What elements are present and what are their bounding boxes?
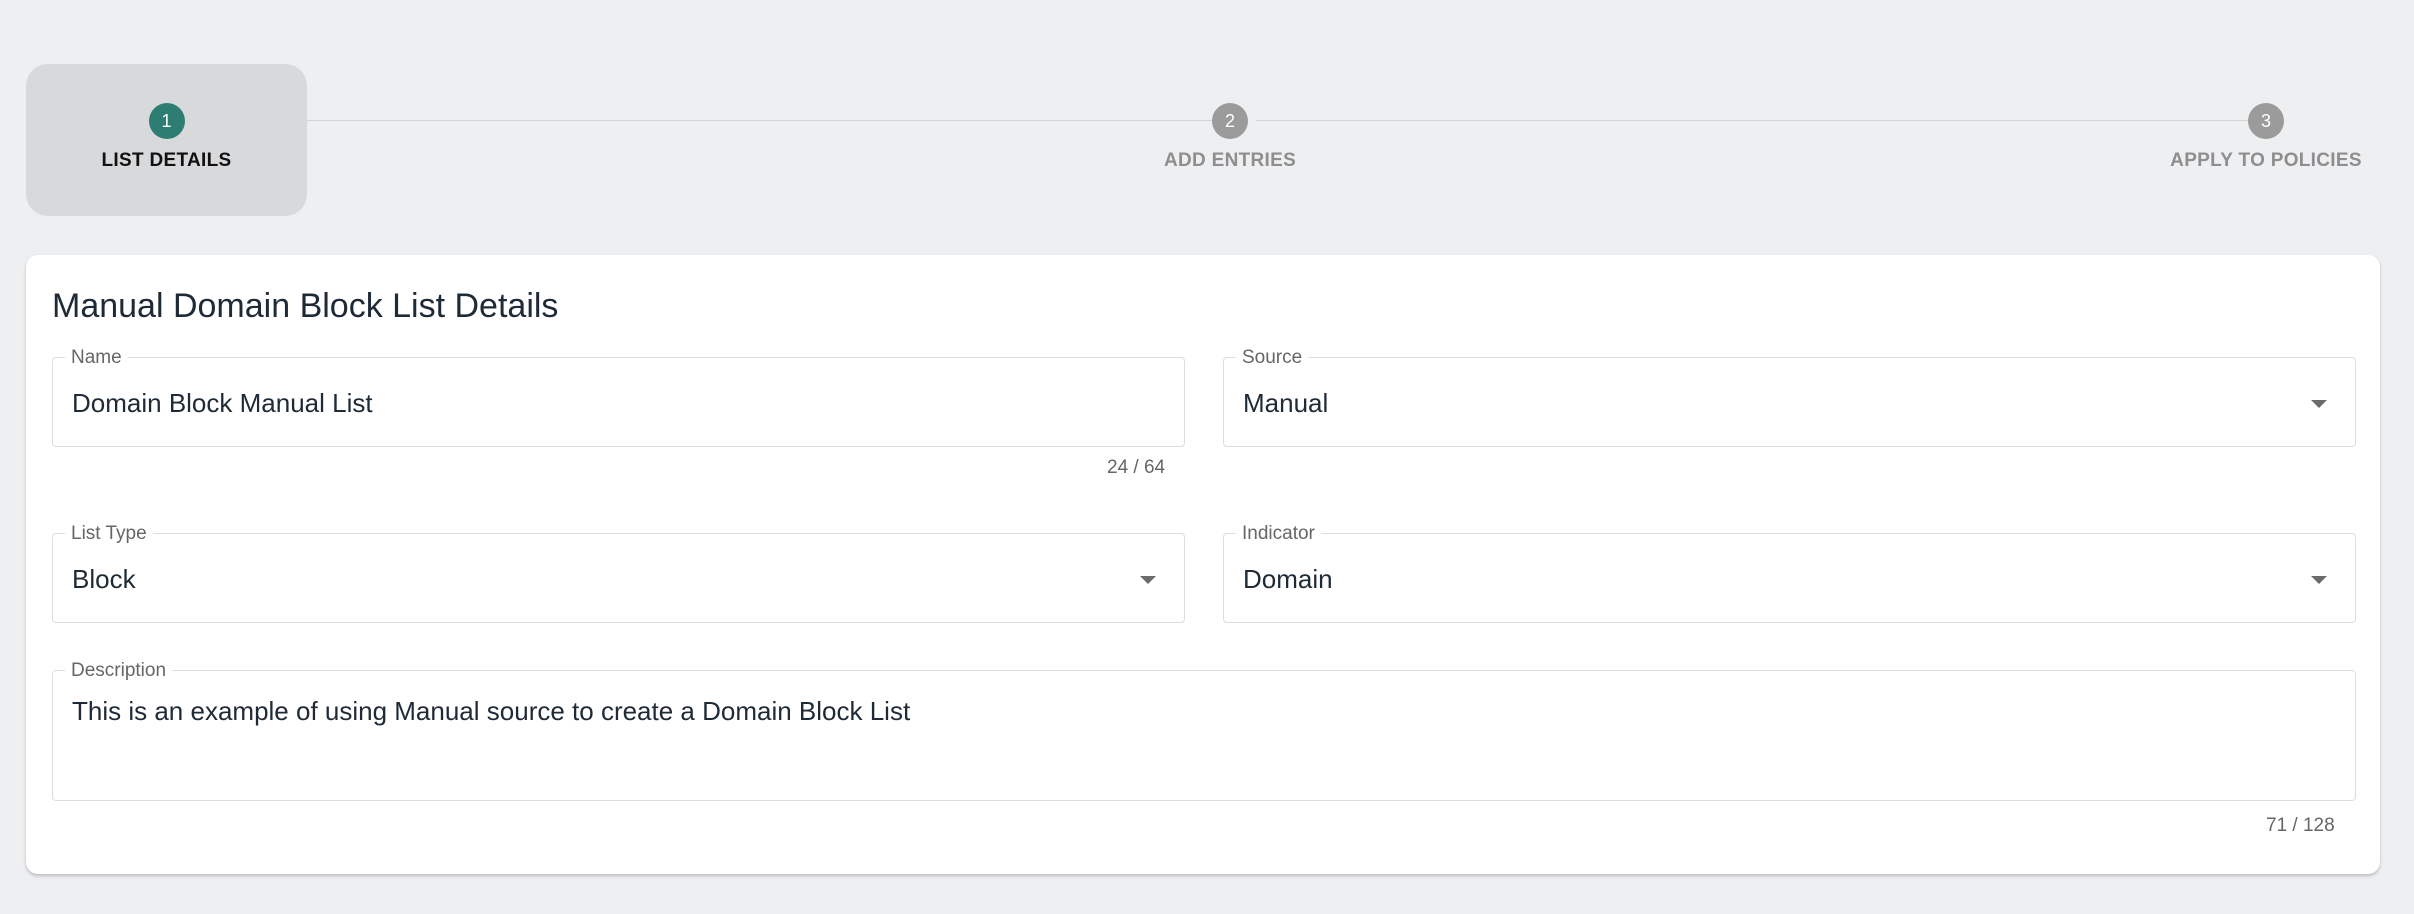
- step-number: 1: [148, 103, 185, 139]
- step-list-details[interactable]: 1 LIST DETAILS: [26, 64, 307, 216]
- source-label: Source: [1236, 348, 1309, 368]
- name-label: Name: [65, 348, 128, 368]
- name-input[interactable]: Domain Block Manual List: [72, 388, 373, 419]
- chevron-down-icon[interactable]: [2311, 400, 2327, 408]
- step-label: ADD ENTRIES: [1163, 150, 1297, 171]
- name-field[interactable]: Name Domain Block Manual List: [52, 348, 1185, 447]
- step-add-entries[interactable]: 2 ADD ENTRIES: [1060, 64, 1400, 216]
- indicator-label: Indicator: [1236, 524, 1321, 544]
- indicator-select[interactable]: Indicator Domain: [1223, 524, 2356, 623]
- description-char-counter: 71 / 128: [2266, 815, 2335, 836]
- chevron-down-icon[interactable]: [2311, 576, 2327, 584]
- stepper: 1 LIST DETAILS 2 ADD ENTRIES 3 APPLY TO …: [26, 64, 2380, 216]
- step-label: APPLY TO POLICIES: [2170, 150, 2362, 171]
- list-type-value: Block: [72, 564, 136, 594]
- description-field[interactable]: Description This is an example of using …: [52, 661, 2356, 801]
- name-char-counter: 24 / 64: [1107, 457, 1166, 478]
- list-type-label: List Type: [65, 524, 153, 544]
- description-label: Description: [65, 661, 173, 681]
- list-details-card: Manual Domain Block List Details Name Do…: [26, 255, 2380, 874]
- description-textarea[interactable]: This is an example of using Manual sourc…: [72, 696, 910, 727]
- page-title: Manual Domain Block List Details: [52, 287, 559, 325]
- indicator-value: Domain: [1243, 564, 1333, 594]
- source-select[interactable]: Source Manual: [1223, 348, 2356, 447]
- step-number: 3: [2248, 103, 2284, 139]
- list-type-select[interactable]: List Type Block: [52, 524, 1185, 623]
- step-number: 2: [1212, 103, 1248, 139]
- step-label: LIST DETAILS: [101, 150, 232, 171]
- chevron-down-icon[interactable]: [1140, 576, 1156, 584]
- source-value: Manual: [1243, 388, 1329, 418]
- step-apply-to-policies[interactable]: 3 APPLY TO POLICIES: [2066, 64, 2414, 216]
